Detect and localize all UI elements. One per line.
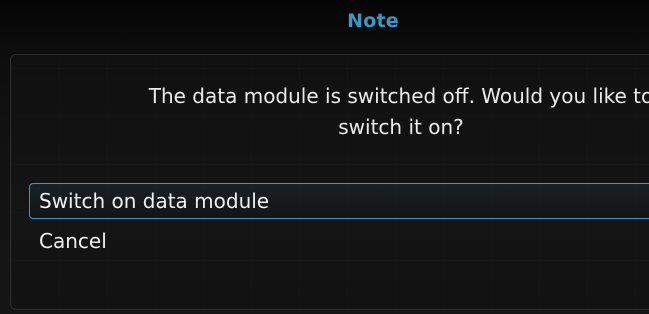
note-dialog: The data module is switched off. Would y… xyxy=(10,54,649,310)
dialog-message: The data module is switched off. Would y… xyxy=(148,84,649,139)
cancel-option[interactable]: Cancel xyxy=(29,223,649,259)
screen: Note The data module is switched off. Wo… xyxy=(0,0,649,314)
switch-on-data-module-option[interactable]: Switch on data module xyxy=(29,183,649,219)
option-list: Switch on data module Cancel xyxy=(29,183,649,263)
dialog-title: Note xyxy=(347,10,399,32)
title-bar: Note xyxy=(0,0,649,48)
